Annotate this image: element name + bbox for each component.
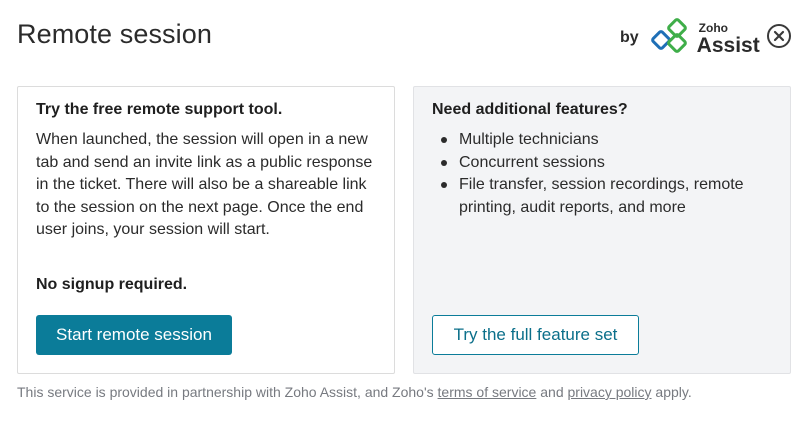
footer-text-prefix: This service is provided in partnership … [17, 384, 438, 400]
zoho-assist-branding: by Zoho Assist [620, 15, 760, 59]
no-signup-note: No signup required. [36, 276, 188, 293]
feature-list-item: Concurrent sessions [432, 152, 777, 175]
terms-of-service-link[interactable]: terms of service [438, 384, 537, 400]
logo-zoho-text: Zoho [698, 21, 728, 35]
privacy-policy-link[interactable]: privacy policy [568, 384, 652, 400]
page-title: Remote session [17, 19, 212, 49]
by-label: by [620, 29, 639, 46]
feature-list-item: File transfer, session recordings, remot… [432, 174, 777, 219]
free-tool-title: Try the free remote support tool. [36, 101, 283, 118]
full-features-title: Need additional features? [432, 101, 628, 118]
try-full-feature-set-button[interactable]: Try the full feature set [432, 315, 639, 355]
close-button[interactable] [767, 24, 791, 48]
remote-session-dialog: Remote session by Zoho Assist Try the fr… [0, 0, 808, 423]
feature-list: Multiple technicians Concurrent sessions… [432, 129, 777, 219]
free-tool-card: Try the free remote support tool. When l… [17, 86, 395, 374]
full-features-card: Need additional features? Multiple techn… [413, 86, 791, 374]
free-tool-description: When launched, the session will open in … [36, 131, 373, 239]
dialog-header: Remote session by Zoho Assist [0, 0, 808, 72]
partnership-footer: This service is provided in partnership … [17, 384, 797, 400]
footer-text-middle: and [536, 384, 568, 400]
footer-text-suffix: apply. [651, 384, 692, 400]
close-icon [773, 30, 785, 42]
logo-assist-text: Assist [696, 34, 760, 57]
start-remote-session-button[interactable]: Start remote session [36, 315, 232, 355]
feature-list-item: Multiple technicians [432, 129, 777, 152]
zoho-assist-logo-icon [650, 18, 687, 53]
logo-wordmark: Zoho Assist [697, 18, 760, 56]
